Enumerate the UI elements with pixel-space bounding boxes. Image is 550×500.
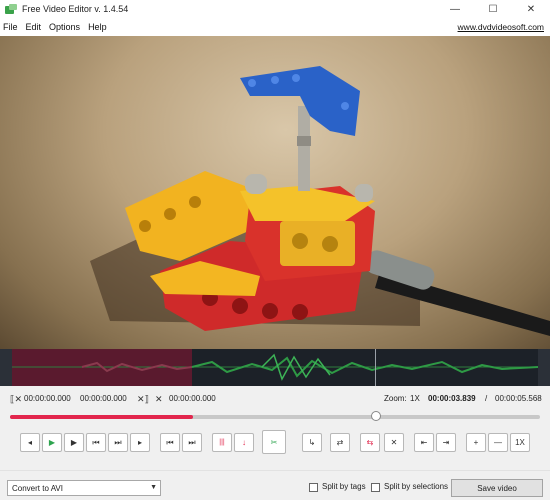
video-frame-illustration [90, 66, 550, 336]
go-end-button[interactable]: ⏭ [108, 433, 128, 452]
adjust-button[interactable]: ⇄ [330, 433, 350, 452]
output-format-select[interactable]: Convert to AVI ▼ [7, 480, 161, 496]
zoom-out-icon: — [494, 438, 502, 447]
timeline-waveform[interactable] [0, 349, 550, 386]
zoom-reset-button[interactable]: 1X [510, 433, 530, 452]
footer-bar: Convert to AVI ▼ Split by tags Split by … [0, 470, 550, 500]
menu-file[interactable]: File [0, 22, 22, 32]
prev-frame-icon: ◂ [27, 438, 32, 447]
audio-waveform [12, 353, 538, 381]
editing-toolbar: ◂ ▶ ▶ ⏮ ⏭ ▸ ⏮ ⏭ ||| ↓ ✂ ↳ ⇄ ⇆ ✕ ⇤ ⇥ + — … [0, 430, 550, 456]
maximize-button[interactable]: ☐ [474, 0, 512, 18]
cut-marker-icon[interactable]: ✕ [155, 394, 163, 405]
save-video-button[interactable]: Save video [451, 479, 543, 497]
jump-next-icon: ⇥ [442, 438, 450, 447]
go-start-button[interactable]: ⏮ [86, 433, 106, 452]
jump-prev-icon: ⇤ [420, 438, 428, 447]
menu-bar: File Edit Options Help www.dvdvideosoft.… [0, 18, 550, 36]
jump-next-button[interactable]: ⇥ [436, 433, 456, 452]
copy-selection-icon: ⇆ [366, 438, 374, 447]
delete-selection-button[interactable]: ✕ [384, 433, 404, 452]
zoom-label: Zoom: [384, 394, 407, 403]
play-icon: ▶ [48, 438, 56, 447]
split-marker-icon: ↓ [242, 438, 246, 447]
close-button[interactable]: ✕ [512, 0, 550, 18]
next-frame-icon: ▸ [137, 438, 142, 447]
mark-cut-icon: ||| [219, 439, 225, 446]
output-format-value: Convert to AVI [12, 483, 63, 493]
selection-start-time: 00:00:00.000 [24, 394, 71, 403]
prev-cut-icon: ⏮ [166, 437, 174, 447]
cut-start-time: 00:00:00.000 [169, 394, 216, 403]
playback-progress-fill [10, 415, 193, 419]
app-window: Free Video Editor v. 1.4.54 — ☐ ✕ File E… [0, 0, 550, 500]
current-time: 00:00:03.839 [428, 394, 476, 403]
mark-cut-button[interactable]: ||| [212, 433, 232, 452]
zoom-value: 1X [410, 394, 420, 403]
playback-slider[interactable] [10, 411, 540, 421]
selection-start-marker-icon[interactable]: ⟦✕ [10, 394, 22, 405]
go-end-icon: ⏭ [114, 437, 122, 447]
time-separator: / [485, 394, 488, 403]
next-cut-icon: ⏭ [188, 437, 196, 447]
scissors-icon: ✂ [270, 437, 278, 447]
selection-end-marker-icon[interactable]: ✕⟧ [137, 394, 149, 405]
next-frame-button[interactable]: ▸ [130, 433, 150, 452]
play-button[interactable]: ▶ [42, 433, 62, 452]
minimize-button[interactable]: — [436, 0, 474, 18]
jump-prev-button[interactable]: ⇤ [414, 433, 434, 452]
delete-selection-icon: ✕ [390, 438, 398, 447]
total-duration: 00:00:05.568 [495, 394, 542, 403]
zoom-in-icon: + [473, 438, 479, 447]
timeline-right-handle[interactable] [538, 349, 550, 386]
settings-sliders-icon: ⇄ [336, 438, 344, 447]
play-selection-button[interactable]: ▶ [64, 433, 84, 452]
selection-end-time: 00:00:00.000 [80, 394, 127, 403]
website-link[interactable]: www.dvdvideosoft.com [458, 22, 544, 32]
play-selection-icon: ▶ [70, 438, 78, 447]
menu-options[interactable]: Options [45, 22, 84, 32]
prev-frame-button[interactable]: ◂ [20, 433, 40, 452]
rotate-icon: ↳ [308, 438, 316, 447]
split-marker-button[interactable]: ↓ [234, 433, 254, 452]
next-cut-button[interactable]: ⏭ [182, 433, 202, 452]
timeline-left-handle[interactable] [0, 349, 12, 386]
split-by-selections-label: Split by selections [384, 482, 449, 491]
window-controls: — ☐ ✕ [436, 0, 550, 18]
chevron-down-icon: ▼ [150, 484, 157, 491]
playhead-marker[interactable] [375, 349, 376, 386]
title-bar: Free Video Editor v. 1.4.54 — ☐ ✕ [0, 0, 550, 18]
split-by-selections-checkbox[interactable] [371, 483, 380, 492]
menu-edit[interactable]: Edit [22, 22, 46, 32]
split-by-tags-checkbox[interactable] [309, 483, 318, 492]
zoom-out-button[interactable]: — [488, 433, 508, 452]
time-info-row: ⟦✕ 00:00:00.000 00:00:00.000 ✕⟧ ✕ 00:00:… [0, 392, 550, 406]
window-title: Free Video Editor v. 1.4.54 [22, 4, 129, 14]
go-start-icon: ⏮ [92, 437, 100, 447]
playback-slider-thumb[interactable] [370, 411, 381, 421]
prev-cut-button[interactable]: ⏮ [160, 433, 180, 452]
rotate-button[interactable]: ↳ [302, 433, 322, 452]
copy-selection-button[interactable]: ⇆ [360, 433, 380, 452]
app-logo-icon [5, 4, 17, 14]
video-preview[interactable] [0, 36, 550, 349]
zoom-in-button[interactable]: + [466, 433, 486, 452]
split-by-tags-label: Split by tags [322, 482, 366, 491]
menu-help[interactable]: Help [84, 22, 111, 32]
cut-button[interactable]: ✂ [262, 430, 286, 454]
